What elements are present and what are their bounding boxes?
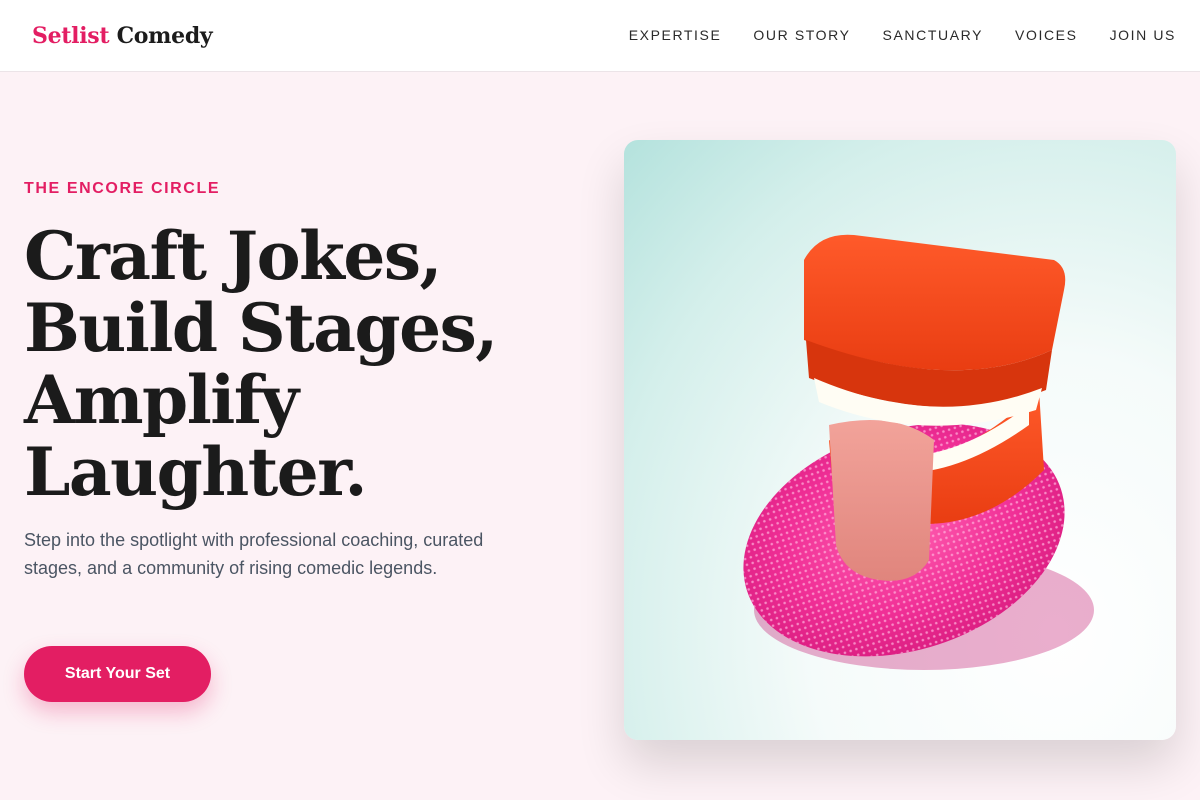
nav-menu: EXPERTISE OUR STORY SANCTUARY VOICES JOI…	[629, 27, 1176, 45]
hero-eyebrow: THE ENCORE CIRCLE	[24, 180, 221, 197]
brand-logo[interactable]: Setlist Comedy	[32, 22, 213, 49]
nav-link-expertise[interactable]: EXPERTISE	[629, 27, 722, 43]
hero-headline: Craft Jokes, Build Stages, Amplify Laugh…	[24, 220, 504, 508]
hero-subtitle: Step into the spotlight with professiona…	[24, 530, 484, 578]
brand-rest: Comedy	[116, 22, 213, 49]
hero-content: THE ENCORE CIRCLE Craft Jokes, Build Sta…	[24, 180, 504, 582]
brand-accent: Setlist	[32, 22, 110, 49]
top-navigation: Setlist Comedy EXPERTISE OUR STORY SANCT…	[0, 0, 1200, 72]
hero-image	[624, 140, 1176, 740]
headline-line-2: Build Stages,	[24, 289, 498, 367]
chattering-teeth-illustration	[743, 234, 1094, 670]
nav-link-sanctuary[interactable]: SANCTUARY	[883, 27, 984, 43]
nav-link-voices[interactable]: VOICES	[1015, 27, 1078, 43]
headline-line-1: Craft Jokes,	[24, 217, 443, 295]
headline-line-3: Amplify	[24, 361, 299, 439]
nav-link-join-us[interactable]: JOIN US	[1110, 27, 1176, 43]
nav-link-our-story[interactable]: OUR STORY	[753, 27, 850, 43]
headline-line-4: Laughter.	[24, 433, 367, 511]
start-your-set-button[interactable]: Start Your Set	[24, 646, 211, 702]
